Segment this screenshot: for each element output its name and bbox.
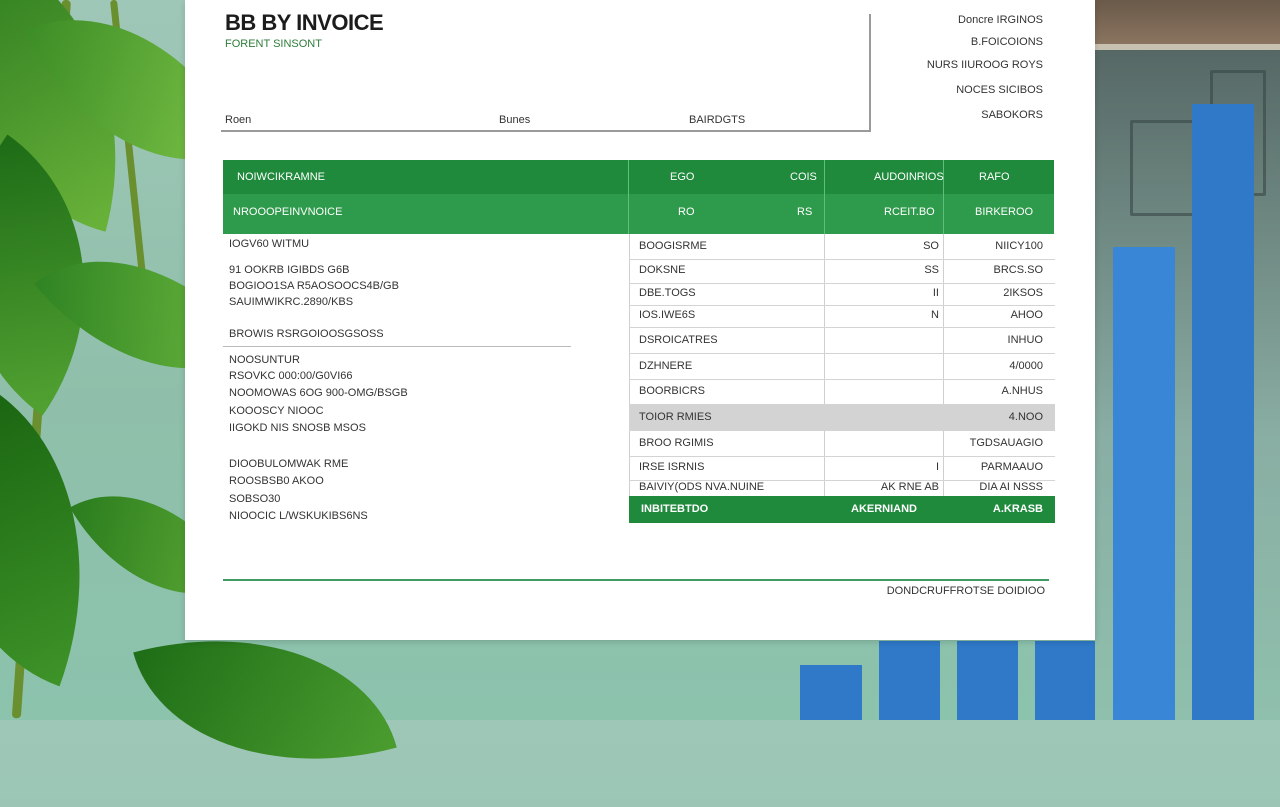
row-qty: N xyxy=(931,309,939,321)
table-row: DBE.TOGS II 2IKSOS xyxy=(629,283,1055,306)
divider xyxy=(223,346,571,347)
row-amount: NIICY100 xyxy=(995,240,1043,252)
column-header: AUDOINRIOS xyxy=(874,171,944,183)
table-row: IRSE ISRNIS I PARMAAUO xyxy=(629,456,1055,481)
background-shelf-edge xyxy=(1095,44,1280,50)
meta-line: SABOKORS xyxy=(981,109,1043,121)
row-item: DSROICATRES xyxy=(639,334,718,346)
column-header: NOIWCIKRAMNE xyxy=(237,171,325,183)
info-line: NIOOCIC L/WSKUKIBS6NS xyxy=(229,510,368,522)
column-subheader: RS xyxy=(797,206,813,218)
table-row: BOORBICRS A.NHUS xyxy=(629,379,1055,405)
total-amount: A.KRASB xyxy=(992,503,1043,515)
row-qty: SS xyxy=(924,264,939,276)
row-item: BROO RGIMIS xyxy=(639,437,714,449)
column-header: RAFO xyxy=(979,171,1010,183)
row-item: BAIVIY(ODS NVA.NUINE xyxy=(639,481,765,493)
table-row-highlighted: TOIOR RMIES 4.NOO xyxy=(629,404,1055,431)
row-amount: TGDSAUAGIO xyxy=(969,437,1043,449)
header-label: Bunes xyxy=(499,114,531,126)
background-shelf xyxy=(1095,0,1280,44)
column-subheader: NROOOPEINVNOICE xyxy=(233,206,343,218)
row-item: IOS.IWE6S xyxy=(639,309,696,321)
info-line: BOGIOO1SA R5AOSOOCS4B/GB xyxy=(229,280,399,292)
table-row: DSROICATRES INHUO xyxy=(629,327,1055,354)
info-line: KOOOSCY NIOOC xyxy=(229,405,324,417)
header-label: Roen xyxy=(225,114,252,126)
table-row: IOS.IWE6S N AHOO xyxy=(629,305,1055,328)
info-line: SOBSO30 xyxy=(229,493,281,505)
total-mid: AKERNIAND xyxy=(851,503,917,515)
row-item: DBE.TOGS xyxy=(639,287,696,299)
table-row: DOKSNE SS BRCS.SO xyxy=(629,259,1055,284)
column-header: COIS xyxy=(790,171,817,183)
row-amount: 2IKSOS xyxy=(1003,287,1043,299)
row-item: IRSE ISRNIS xyxy=(639,461,705,473)
background-chair xyxy=(1130,120,1196,216)
row-qty: AK RNE AB xyxy=(880,481,939,493)
row-item: DZHNERE xyxy=(639,360,693,372)
meta-line: B.FOICOIONS xyxy=(970,36,1043,48)
info-line: ROOSBSB0 AKOO xyxy=(229,475,324,487)
row-amount: A.NHUS xyxy=(1001,385,1043,397)
total-label: INBITEBTDO xyxy=(641,503,709,515)
meta-line: NURS IIUROOG ROYS xyxy=(926,59,1043,71)
column-header: EGO xyxy=(670,171,695,183)
info-line: NOOSUNTUR xyxy=(229,354,300,366)
row-amount: 4.NOO xyxy=(1008,411,1043,423)
table-row: BAIVIY(ODS NVA.NUINE AK RNE AB DIA AI NS… xyxy=(629,480,1055,496)
info-line: SAUIMWIKRC.2890/KBS xyxy=(229,296,354,308)
invoice-title: BB BY INVOICE xyxy=(225,10,384,35)
info-line: DIOOBULOMWAK RME xyxy=(229,458,349,470)
row-qty: SO xyxy=(923,240,939,252)
row-item: DOKSNE xyxy=(639,264,686,276)
info-line: BROWIS RSRGOIOOSGSOSS xyxy=(229,328,384,340)
meta-line: Doncre IRGINOS xyxy=(958,14,1043,26)
row-amount: DIA AI NSSS xyxy=(979,481,1043,493)
row-amount: PARMAAUO xyxy=(980,461,1043,473)
invoice-subtitle: FORENT SINSONT xyxy=(225,38,322,50)
row-amount: INHUO xyxy=(1007,334,1043,346)
table-header: NOIWCIKRAMNE EGO COIS AUDOINRIOS RAFO NR… xyxy=(223,160,1054,234)
row-qty: I xyxy=(935,461,939,473)
info-line: NOOMOWAS 6OG 900-OMG/BSGB xyxy=(229,387,408,399)
column-subheader: RCEIT.BO xyxy=(884,206,935,218)
footer-text: DONDCRUFFROTSE DOIDIOO xyxy=(886,585,1045,597)
row-amount: BRCS.SO xyxy=(993,264,1043,276)
info-line: 91 OOKRB IGIBDS G6B xyxy=(229,264,350,276)
column-subheader: BIRKEROO xyxy=(975,206,1034,218)
row-item: BOOGISRME xyxy=(639,240,707,252)
row-item: BOORBICRS xyxy=(639,385,706,397)
info-line: IOGV60 WITMU xyxy=(229,238,310,250)
table-row: DZHNERE 4/0000 xyxy=(629,353,1055,380)
row-amount: AHOO xyxy=(1010,309,1043,321)
info-line: RSOVKC 000:00/G0VI66 xyxy=(229,370,353,382)
meta-line: NOCES SICIBOS xyxy=(956,84,1043,96)
table-row: BROO RGIMIS TGDSAUAGIO xyxy=(629,430,1055,457)
row-amount: 4/0000 xyxy=(1009,360,1043,372)
table-row: BOOGISRME SO NIICY100 xyxy=(629,234,1055,260)
total-row: INBITEBTDO AKERNIAND A.KRASB xyxy=(629,496,1055,523)
footer-divider xyxy=(223,579,1049,581)
invoice-document: BB BY INVOICE FORENT SINSONT Roen Bunes … xyxy=(185,0,1095,640)
row-qty: II xyxy=(932,287,939,299)
row-item: TOIOR RMIES xyxy=(639,411,712,423)
info-line: IIGOKD NIS SNOSB MSOS xyxy=(229,422,366,434)
column-subheader: RO xyxy=(678,206,695,218)
header-label: BAIRDGTS xyxy=(689,114,746,126)
